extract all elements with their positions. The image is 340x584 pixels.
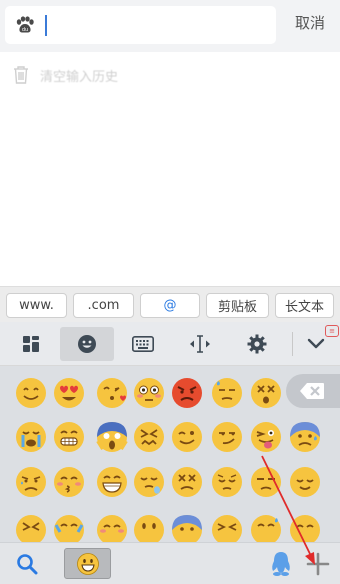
backspace-button[interactable] — [286, 374, 340, 408]
clipboard-button[interactable]: 剪贴板 — [206, 293, 269, 318]
settings-button[interactable] — [230, 327, 284, 361]
cursor-move-icon — [190, 335, 210, 353]
grid-button[interactable] — [4, 327, 58, 361]
long-text-button[interactable]: 长文本 — [275, 293, 334, 318]
emoji-angry[interactable] — [169, 375, 205, 411]
emoji-wink[interactable] — [169, 419, 205, 455]
quick-at-button[interactable]: @ — [140, 293, 200, 318]
quick-com-button[interactable]: .com — [73, 293, 134, 318]
trash-icon — [14, 66, 28, 84]
emoji-heart-eyes[interactable] — [51, 375, 87, 411]
emoji-cold-sweat[interactable] — [287, 419, 323, 455]
emoji-grimace[interactable] — [51, 419, 87, 455]
quick-www-button[interactable]: www. — [6, 293, 67, 318]
emoji-crying[interactable] — [13, 419, 49, 455]
emoji-smirk[interactable] — [209, 419, 245, 455]
keyboard-toolbar — [0, 322, 340, 366]
emoji-bottom-bar — [0, 542, 340, 584]
grid-icon — [23, 336, 39, 352]
emoji-category-button[interactable] — [64, 548, 111, 579]
emoji-scream[interactable] — [94, 419, 130, 455]
emoji-flushed[interactable] — [131, 375, 167, 411]
emoji-icon — [76, 552, 99, 575]
emoji-disappointed[interactable] — [13, 464, 49, 500]
emoji-fearful[interactable] — [169, 512, 205, 542]
emoji-kissing-smile[interactable] — [51, 464, 87, 500]
emoji-icon — [78, 335, 96, 353]
plus-icon[interactable] — [306, 552, 330, 576]
baidu-paw-icon: du — [16, 16, 34, 33]
quick-text-bar: www. .com @ 剪贴板 长文本 — [0, 286, 340, 322]
emoji-sleepy[interactable] — [131, 464, 167, 500]
notification-badge: ≡ — [325, 325, 339, 337]
emoji-confounded[interactable] — [131, 419, 167, 455]
clear-history-label: 清空输入历史 — [40, 70, 119, 85]
emoji-persevere[interactable] — [13, 512, 49, 542]
emoji-pensive[interactable] — [209, 464, 245, 500]
cancel-button[interactable]: 取消 — [286, 12, 334, 33]
emoji-kiss-heart[interactable] — [94, 375, 130, 411]
emoji-relieved[interactable] — [287, 464, 323, 500]
search-input[interactable]: du — [5, 6, 276, 44]
emoji-blush[interactable] — [94, 512, 130, 542]
penguin-icon[interactable] — [270, 551, 292, 577]
emoji-smile[interactable] — [13, 375, 49, 411]
search-icon[interactable] — [16, 553, 38, 575]
emoji-sweat-smile[interactable] — [248, 512, 284, 542]
keyboard-button[interactable] — [116, 327, 170, 361]
svg-text:du: du — [22, 27, 28, 33]
chevron-down-icon — [307, 338, 325, 349]
backspace-icon — [300, 383, 324, 399]
search-bar: du 取消 — [0, 0, 340, 52]
emoji-joy[interactable] — [51, 512, 87, 542]
emoji-sad[interactable] — [287, 512, 323, 542]
history-row[interactable]: 清空输入历史 — [0, 52, 340, 98]
emoji-neutral[interactable] — [131, 512, 167, 542]
emoji-dizzy[interactable] — [248, 375, 284, 411]
emoji-tongue-wink[interactable] — [248, 419, 284, 455]
emoji-dizzy-2[interactable] — [169, 464, 205, 500]
emoji-laughing[interactable] — [209, 512, 245, 542]
emoji-tab-button[interactable] — [60, 327, 114, 361]
cursor-move-button[interactable] — [173, 327, 227, 361]
keyboard-icon — [132, 336, 154, 352]
emoji-sweat[interactable] — [209, 375, 245, 411]
gear-icon — [247, 334, 267, 354]
emoji-panel — [0, 366, 340, 542]
emoji-unamused[interactable] — [248, 464, 284, 500]
text-cursor — [45, 15, 47, 36]
emoji-grin[interactable] — [94, 464, 130, 500]
